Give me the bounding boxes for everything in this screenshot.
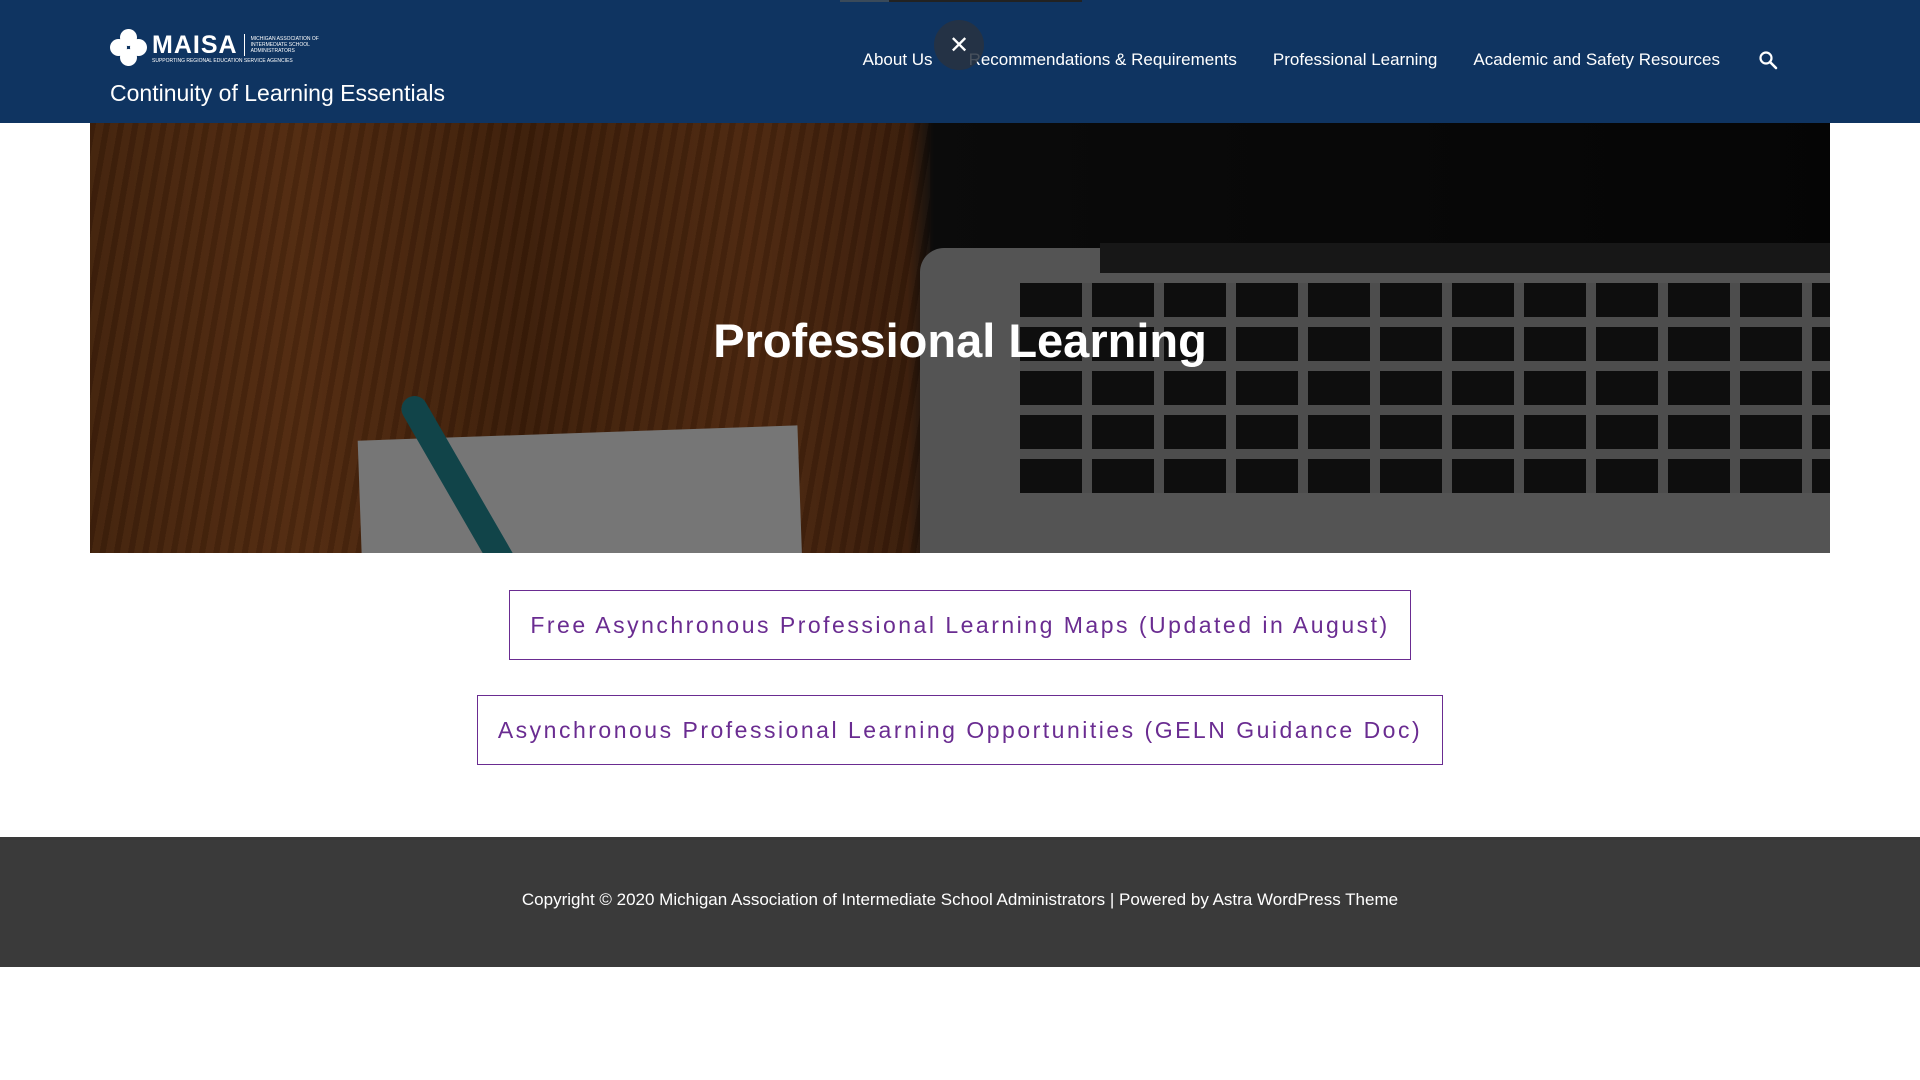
close-icon[interactable]: ✕	[934, 20, 984, 70]
hexagon-logo-icon	[110, 29, 148, 67]
nav-professional-learning[interactable]: Professional Learning	[1273, 50, 1437, 70]
brand: MAISA MICHIGAN ASSOCIATION OF INTERMEDIA…	[110, 28, 445, 107]
logo-tagline: SUPPORTING REGIONAL EDUCATION SERVICE AG…	[152, 58, 293, 64]
search-icon[interactable]	[1758, 50, 1778, 70]
top-strip-dark	[889, 0, 1082, 2]
site-title[interactable]: Continuity of Learning Essentials	[110, 80, 445, 107]
hero-banner: Professional Learning	[90, 123, 1830, 553]
learning-maps-button[interactable]: Free Asynchronous Professional Learning …	[509, 590, 1411, 660]
footer-copyright: Copyright © 2020 Michigan Association of…	[521, 890, 1399, 909]
geln-guidance-button[interactable]: Asynchronous Professional Learning Oppor…	[476, 695, 1444, 765]
logo-word: MAISA	[152, 30, 238, 59]
button-row-2: Asynchronous Professional Learning Oppor…	[0, 695, 1920, 765]
logo-small-text: MICHIGAN ASSOCIATION OF INTERMEDIATE SCH…	[250, 36, 319, 54]
logo-divider	[243, 34, 245, 56]
button-row-1: Free Asynchronous Professional Learning …	[0, 590, 1920, 660]
site-header: MAISA MICHIGAN ASSOCIATION OF INTERMEDIA…	[0, 0, 1920, 123]
page-title: Professional Learning	[713, 314, 1207, 367]
maisa-logo[interactable]: MAISA MICHIGAN ASSOCIATION OF INTERMEDIA…	[110, 28, 445, 68]
site-footer: Copyright © 2020 Michigan Association of…	[0, 837, 1920, 967]
main-nav: About Us Recommendations & Requirements …	[863, 50, 1778, 70]
nav-recommendations-requirements[interactable]: Recommendations & Requirements	[969, 50, 1237, 70]
nav-academic-safety-resources[interactable]: Academic and Safety Resources	[1473, 50, 1720, 70]
nav-about-us[interactable]: About Us	[863, 50, 933, 70]
